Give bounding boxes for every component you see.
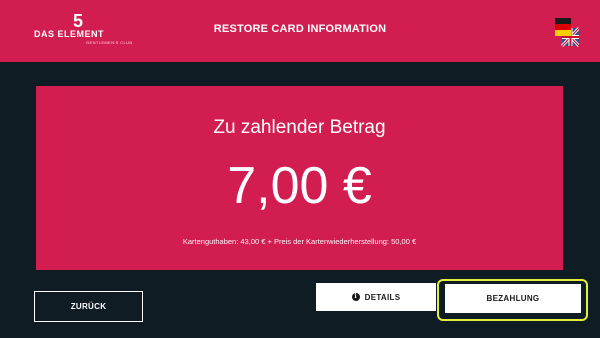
back-button-label: ZURÜCK — [70, 302, 107, 311]
pay-button[interactable]: BEZAHLUNG — [445, 284, 581, 313]
amount-value: 7,00 € — [227, 157, 372, 215]
details-button[interactable]: i DETAILS — [316, 283, 436, 311]
logo-subtitle: GENTLEMEN'S CLUB — [86, 40, 133, 45]
amount-breakdown: Kartenguthaben: 43,00 € + Preis der Kart… — [182, 237, 417, 246]
amount-panel: Zu zahlender Betrag 7,00 € Kartenguthabe… — [36, 86, 563, 270]
details-button-label: DETAILS — [364, 292, 401, 302]
amount-label: Zu zahlender Betrag — [213, 117, 386, 138]
language-flag-icon[interactable] — [555, 18, 581, 48]
header-bar: 5 DAS ELEMENT GENTLEMEN'S CLUB RESTORE C… — [0, 0, 600, 62]
page-title: RESTORE CARD INFORMATION — [213, 23, 387, 35]
info-icon: i — [351, 293, 360, 301]
back-button[interactable]: ZURÜCK — [34, 291, 143, 322]
pay-button-label: BEZAHLUNG — [486, 294, 540, 303]
